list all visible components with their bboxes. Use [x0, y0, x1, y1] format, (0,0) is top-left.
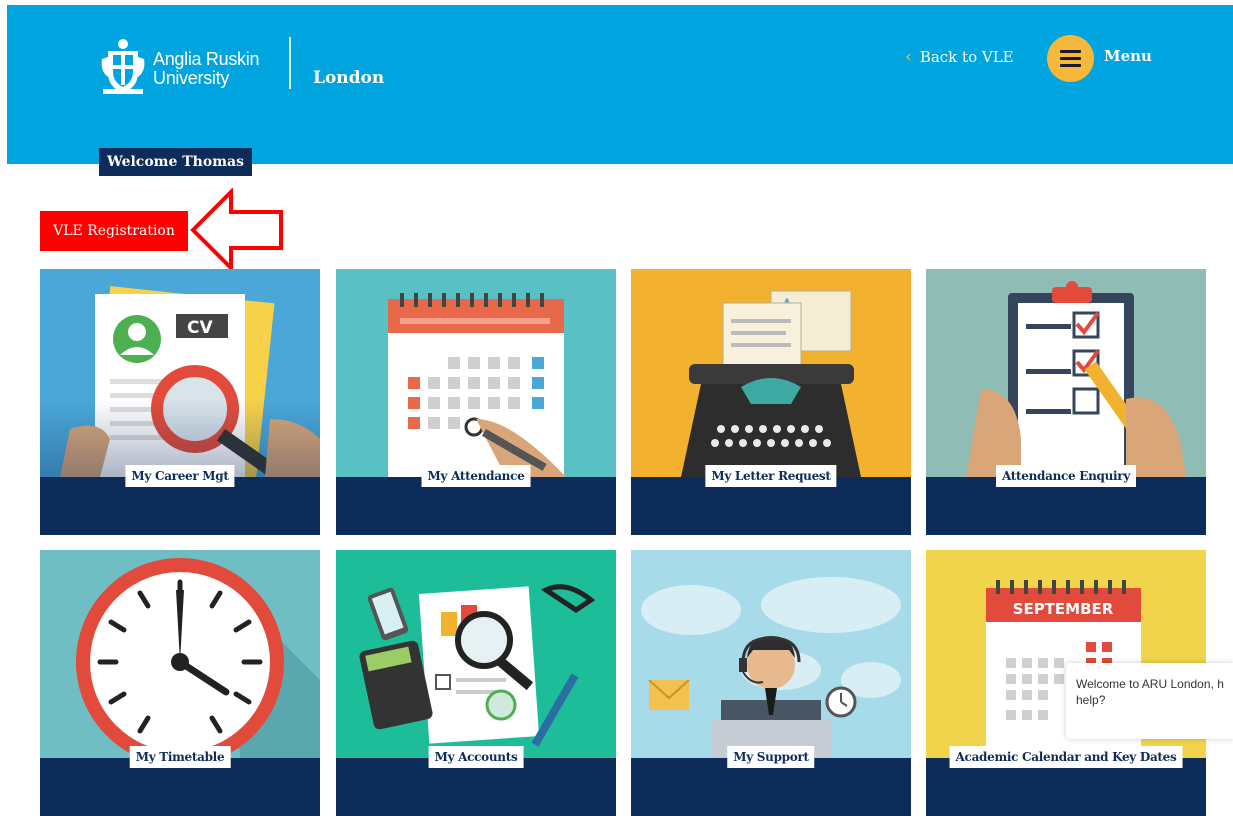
crest-icon — [101, 39, 145, 94]
logo-line-2: University — [153, 68, 230, 88]
hamburger-icon-line — [1060, 64, 1081, 67]
tile-my-accounts[interactable]: My Accounts — [336, 550, 616, 816]
svg-text:CV: CV — [187, 318, 213, 338]
tile-my-career-mgt[interactable]: CV My Career Mgt — [40, 269, 320, 535]
header-divider — [289, 37, 291, 89]
support-agent-icon — [631, 550, 911, 758]
arrow-left-outline-icon — [190, 188, 283, 272]
back-to-vle-label: Back to VLE — [919, 48, 1014, 66]
chevron-left-icon: ‹ — [905, 47, 912, 67]
tile-label: My Career Mgt — [125, 465, 235, 487]
tile-label: My Support — [727, 746, 815, 768]
tile-attendance-enquiry[interactable]: Attendance Enquiry — [926, 269, 1206, 535]
chat-popup[interactable]: Welcome to ARU London, h help? — [1066, 663, 1233, 739]
site-header: Anglia Ruskin University London ‹ Back t… — [7, 5, 1233, 164]
tile-label: My Timetable — [129, 746, 231, 768]
cv-magnifier-icon: CV — [40, 269, 320, 477]
svg-text:SEPTEMBER: SEPTEMBER — [1013, 600, 1114, 618]
typewriter-icon: A — [631, 269, 911, 477]
accounts-calculator-icon — [336, 550, 616, 758]
tile-my-letter-request[interactable]: A My Letter Request — [631, 269, 911, 535]
logo-line-1: Anglia Ruskin — [153, 49, 260, 69]
tile-label: My Accounts — [428, 746, 524, 768]
clock-icon — [40, 550, 320, 758]
hamburger-icon — [1060, 50, 1081, 53]
tile-my-attendance[interactable]: My Attendance — [336, 269, 616, 535]
tile-label: My Letter Request — [705, 465, 837, 487]
university-logo[interactable]: Anglia Ruskin University — [100, 37, 272, 97]
tile-my-timetable[interactable]: My Timetable — [40, 550, 320, 816]
tile-my-support[interactable]: My Support — [631, 550, 911, 816]
tile-label: My Attendance — [421, 465, 531, 487]
campus-name: London — [313, 68, 385, 88]
clipboard-checklist-icon — [926, 269, 1206, 477]
hamburger-icon-line — [1060, 57, 1081, 60]
vle-registration-button[interactable]: VLE Registration — [40, 211, 188, 251]
tile-label: Attendance Enquiry — [996, 465, 1136, 487]
menu-button[interactable] — [1047, 35, 1094, 82]
back-to-vle-link[interactable]: ‹ Back to VLE — [905, 47, 1014, 67]
calendar-pen-icon — [336, 269, 616, 477]
chat-message: Welcome to ARU London, h help? — [1076, 677, 1224, 707]
welcome-banner: Welcome Thomas — [99, 148, 252, 176]
tile-label: Academic Calendar and Key Dates — [949, 746, 1183, 768]
menu-label[interactable]: Menu — [1104, 47, 1152, 65]
